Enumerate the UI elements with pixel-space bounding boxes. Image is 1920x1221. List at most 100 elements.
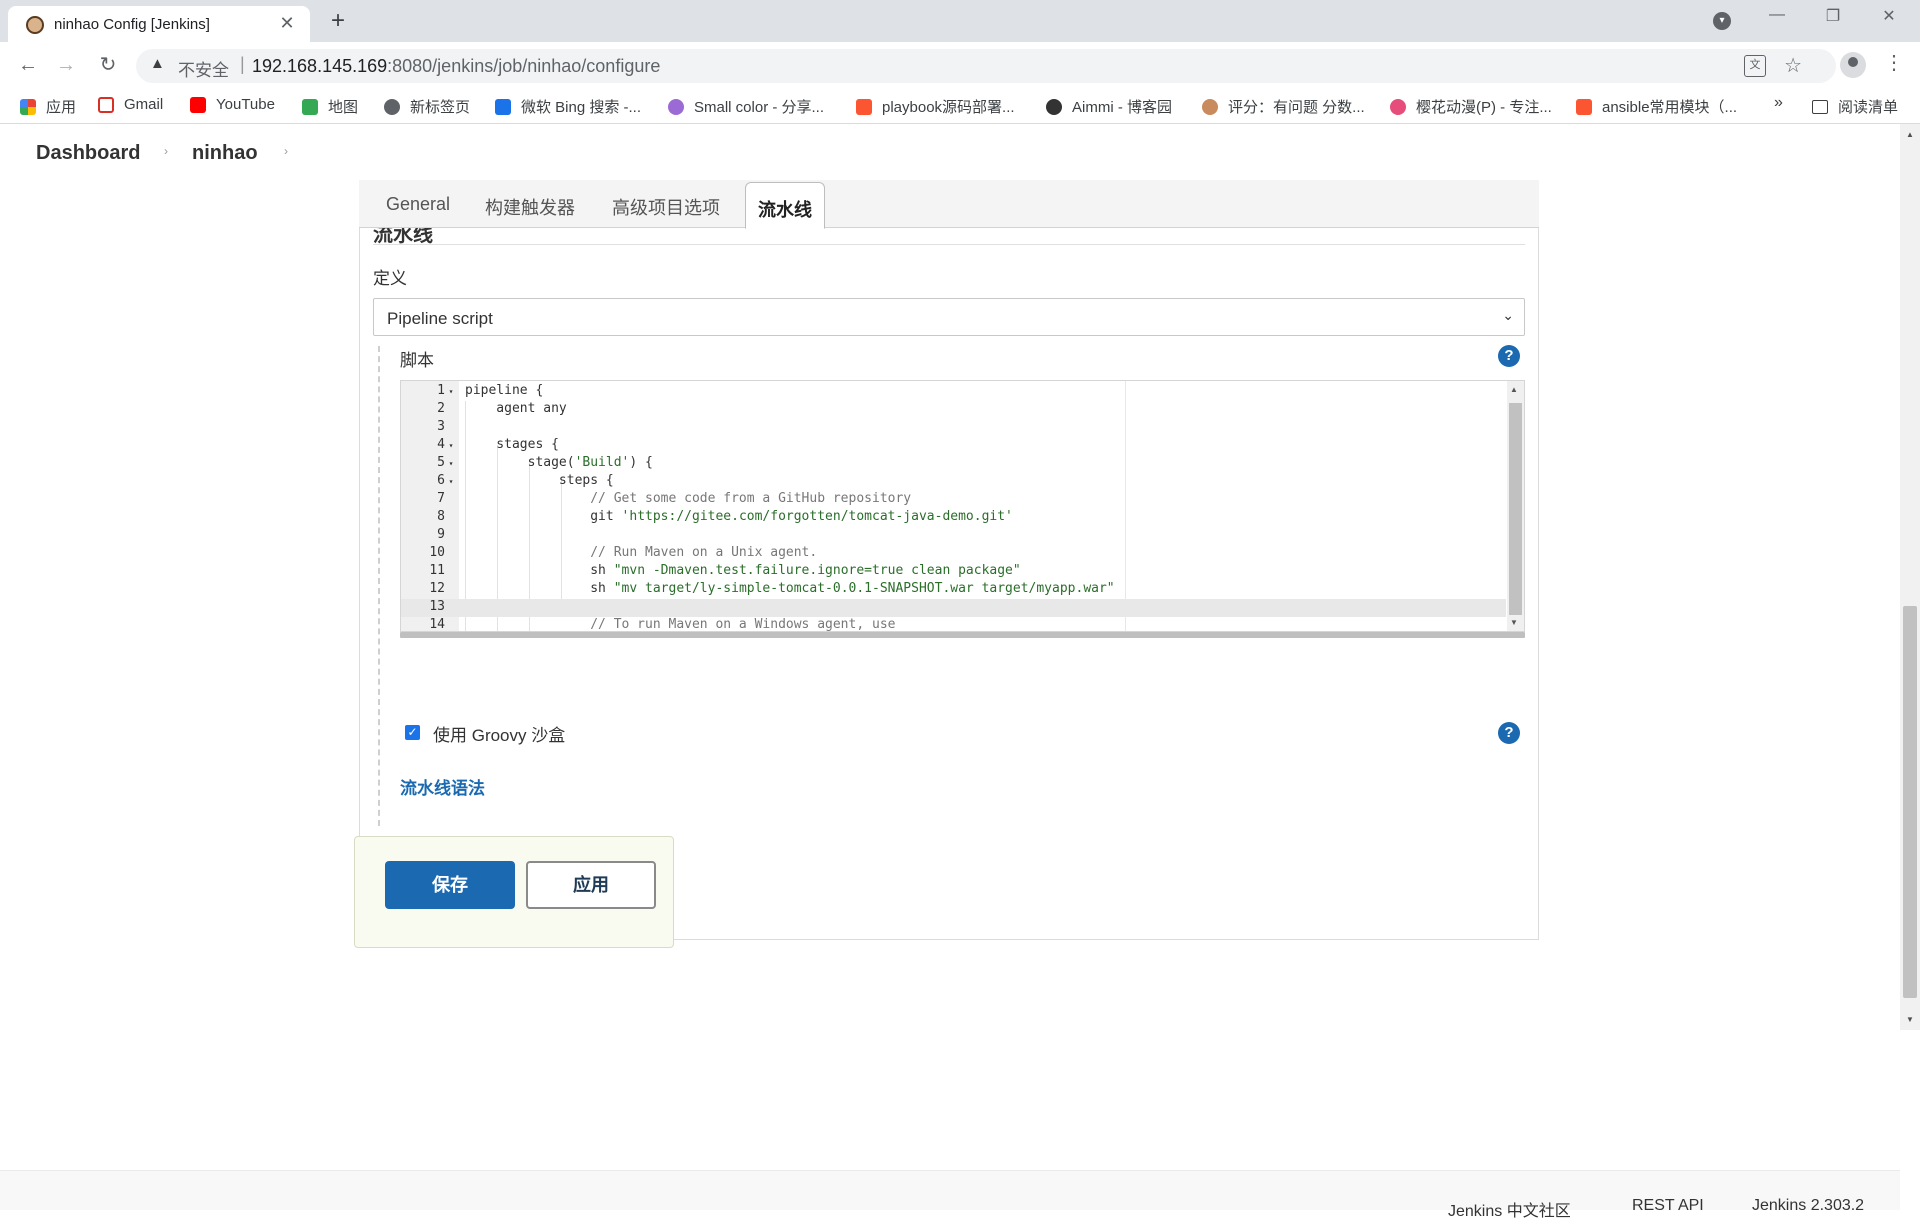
tab-advanced-options[interactable]: 高级项目选项 [612, 194, 720, 220]
code-line[interactable]: 2 agent any [401, 401, 1506, 419]
code-line[interactable]: 4 ▾ stages { [401, 437, 1506, 455]
translate-icon[interactable]: 文 [1744, 55, 1766, 77]
bookmark-item[interactable]: 樱花动漫(P) - 专注... [1390, 96, 1552, 117]
bing-icon [495, 98, 511, 115]
code-text: pipeline { [465, 383, 544, 398]
tab-pipeline[interactable]: 流水线 [745, 182, 825, 229]
breadcrumb-job[interactable]: ninhao [192, 142, 258, 165]
script-help-icon[interactable]: ? [1498, 345, 1520, 367]
page-scrollbar-thumb[interactable] [1903, 606, 1917, 998]
tab-general[interactable]: General [386, 194, 450, 215]
code-line[interactable]: 12 sh "mv target/ly-simple-tomcat-0.0.1-… [401, 581, 1506, 599]
config-page: General 构建触发器 高级项目选项 流水线 流水线 定义 Pipeline… [0, 180, 1900, 1220]
cnblogs-icon [1046, 98, 1062, 115]
code-line[interactable]: 3 [401, 419, 1506, 437]
warning-icon[interactable]: ▲ [150, 55, 165, 72]
definition-select[interactable]: Pipeline script ⌄ [373, 298, 1525, 336]
bookmark-item[interactable]: YouTube [190, 96, 275, 113]
bookmark-label: 樱花动漫(P) - 专注... [1416, 99, 1552, 116]
scroll-up-icon[interactable]: ▲ [1510, 385, 1518, 394]
footer-version-link[interactable]: Jenkins 2.303.2 [1752, 1197, 1864, 1215]
code-line[interactable]: 10 // Run Maven on a Unix agent. [401, 545, 1506, 563]
editor-resize-handle[interactable] [400, 632, 1525, 638]
new-tab-button[interactable]: + [324, 8, 352, 36]
fold-arrow-icon[interactable]: ▾ [445, 441, 457, 450]
bookmark-item[interactable]: 评分：有问题 分数... [1202, 96, 1365, 117]
save-button[interactable]: 保存 [385, 861, 515, 909]
code-string: "mv target/ly-simple-tomcat-0.0.1-SNAPSH… [613, 581, 1115, 596]
code-line[interactable]: 14 // To run Maven on a Windows agent, u… [401, 617, 1506, 631]
insecure-label[interactable]: 不安全 [178, 56, 229, 81]
bookmarks-more-button[interactable]: » [1774, 94, 1783, 112]
close-window-button[interactable]: ✕ [1874, 6, 1904, 26]
reading-list-label: 阅读清单 [1838, 99, 1899, 116]
avatar-icon [1202, 98, 1218, 115]
menu-kebab-icon[interactable]: ⋮ [1884, 50, 1904, 75]
forward-button[interactable]: → [52, 51, 80, 79]
fold-arrow-icon[interactable]: ▾ [445, 477, 457, 486]
groovy-help-icon[interactable]: ? [1498, 722, 1520, 744]
code-line[interactable]: 8 git 'https://gitee.com/forgotten/tomca… [401, 509, 1506, 527]
page-footer: Jenkins 中文社区 REST API Jenkins 2.303.2 [0, 1170, 1900, 1220]
bookmark-item[interactable]: 应用 [20, 96, 76, 117]
minimize-button[interactable]: — [1762, 6, 1792, 24]
url-text[interactable]: 192.168.145.169:8080/jenkins/job/ninhao/… [252, 56, 660, 77]
tab-search-icon[interactable]: ▾ [1713, 12, 1731, 30]
pipeline-script-editor[interactable]: 1 ▾ pipeline {2 agent any 3 4 ▾ stages {5 ▾ st… [400, 380, 1525, 632]
bookmark-item[interactable]: Small color - 分享... [668, 96, 824, 117]
code-text: steps { [465, 473, 614, 488]
bookmark-star-icon[interactable]: ☆ [1784, 53, 1802, 78]
code-line[interactable]: 1 ▾ pipeline { [401, 383, 1506, 401]
bookmark-item[interactable]: ansible常用模块（... [1576, 96, 1737, 117]
bookmarks-bar: 应用 Gmail YouTube 地图 新标签页 微软 Bing 搜索 -...… [0, 88, 1920, 124]
bookmark-label: 新标签页 [410, 99, 471, 116]
code-line[interactable]: 9 [401, 527, 1506, 545]
editor-scrollbar-thumb[interactable] [1509, 403, 1522, 615]
code-text: stages { [465, 437, 559, 452]
bookmark-item[interactable]: Aimmi - 博客园 [1046, 96, 1172, 117]
bookmark-item[interactable]: 地图 [302, 96, 358, 117]
bookmark-item[interactable]: 新标签页 [384, 96, 470, 117]
code-line[interactable]: 13 [401, 599, 1506, 617]
code-line[interactable]: 5 ▾ stage('Build') { [401, 455, 1506, 473]
code-line[interactable]: 11 sh "mvn -Dmaven.test.failure.ignore=t… [401, 563, 1506, 581]
chevron-down-icon: ⌄ [1502, 307, 1514, 323]
groovy-sandbox-checkbox[interactable]: ✓ [405, 725, 420, 740]
page-scrollbar[interactable]: ▲ ▼ [1900, 124, 1920, 1030]
breadcrumb-separator-icon[interactable]: › [164, 144, 168, 158]
page-scroll-up-icon[interactable]: ▲ [1906, 130, 1914, 139]
back-button[interactable]: ← [14, 51, 42, 79]
bookmark-item[interactable]: playbook源码部署... [856, 96, 1015, 117]
jenkins-favicon-icon [26, 16, 44, 34]
footer-rest-api-link[interactable]: REST API [1632, 1197, 1704, 1215]
apply-button[interactable]: 应用 [526, 861, 656, 909]
browser-tab[interactable]: ninhao Config [Jenkins] ✕ [8, 6, 310, 42]
fold-arrow-icon[interactable]: ▾ [445, 387, 457, 396]
fold-arrow-icon[interactable]: ▾ [445, 459, 457, 468]
bookmark-item[interactable]: Gmail [98, 96, 163, 113]
line-number: 12 [429, 581, 445, 596]
groovy-sandbox-label[interactable]: 使用 Groovy 沙盒 [433, 721, 565, 746]
reading-list-button[interactable]: 阅读清单 [1812, 96, 1898, 117]
section-divider [373, 244, 1525, 245]
scroll-down-icon[interactable]: ▼ [1510, 618, 1518, 627]
line-number: 3 [437, 419, 445, 434]
breadcrumb-dashboard[interactable]: Dashboard [36, 142, 140, 165]
breadcrumb-separator-icon[interactable]: › [284, 144, 288, 158]
tab-build-triggers[interactable]: 构建触发器 [485, 194, 575, 220]
profile-avatar-icon[interactable] [1840, 52, 1866, 78]
page-scroll-down-icon[interactable]: ▼ [1906, 1015, 1914, 1024]
code-line[interactable]: 7 // Get some code from a GitHub reposit… [401, 491, 1506, 509]
restore-button[interactable]: ❐ [1818, 6, 1848, 26]
bookmark-item[interactable]: 微软 Bing 搜索 -... [495, 96, 641, 117]
close-tab-icon[interactable]: ✕ [276, 12, 298, 34]
code-line[interactable]: 6 ▾ steps { [401, 473, 1506, 491]
footer-community-link[interactable]: Jenkins 中文社区 [1448, 1197, 1571, 1221]
browser-toolbar: ← → ↻ ▲ 不安全 | 192.168.145.169:8080/jenki… [0, 42, 1920, 88]
pipeline-syntax-link[interactable]: 流水线语法 [400, 774, 485, 799]
address-bar[interactable]: ▲ 不安全 | 192.168.145.169:8080/jenkins/job… [136, 49, 1836, 83]
editor-scrollbar[interactable]: ▲ ▼ [1507, 381, 1524, 631]
reload-button[interactable]: ↻ [94, 51, 122, 79]
url-separator: | [240, 54, 245, 74]
url-path: :8080/jenkins/job/ninhao/configure [387, 56, 661, 76]
